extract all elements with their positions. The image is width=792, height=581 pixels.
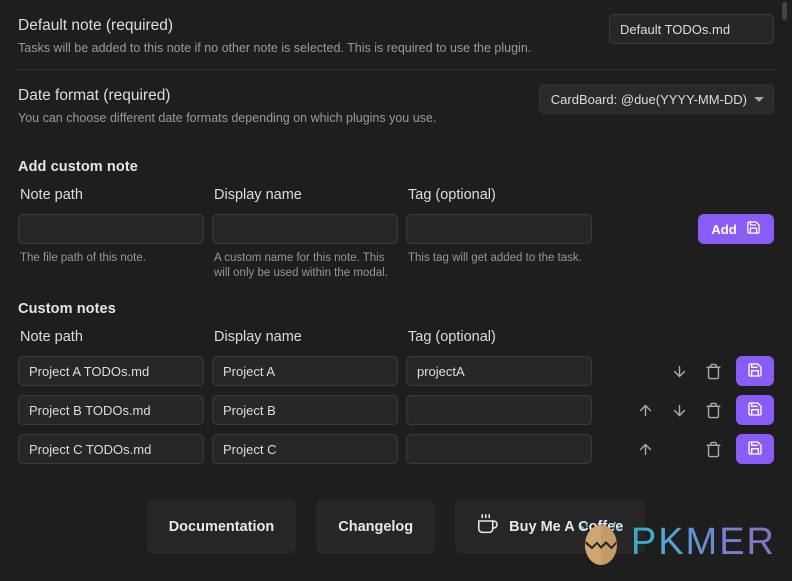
documentation-button[interactable]: Documentation [146,499,297,554]
move-down-button[interactable] [662,356,696,386]
column-header-note-path: Note path [20,329,83,345]
default-note-input[interactable] [609,14,774,44]
custom-notes-title: Custom notes [18,301,116,317]
setting-row-default-note: Default note (required) Tasks will be ad… [18,0,774,70]
trash-icon [705,363,722,380]
save-icon [747,401,763,420]
row-actions [600,434,774,464]
save-row-button[interactable] [736,395,774,425]
custom-tag-input[interactable] [406,356,592,386]
table-row [18,356,774,386]
column-header-tag: Tag (optional) [408,329,496,345]
save-icon [747,362,763,381]
setting-desc-date-format: You can choose different date formats de… [18,111,437,125]
arrow-down-icon [671,363,688,380]
row-actions [600,395,774,425]
move-up-button[interactable] [628,434,662,464]
column-header-note-path: Note path [20,187,83,203]
buy-me-a-coffee-label: Buy Me A Coffee [509,518,624,535]
buy-me-a-coffee-button[interactable]: Buy Me A Coffee [455,499,646,554]
save-row-button[interactable] [736,356,774,386]
add-note-path-input[interactable] [18,214,204,244]
row-actions [600,356,774,386]
add-tag-input[interactable] [406,214,592,244]
table-row [18,395,774,425]
custom-tag-input[interactable] [406,434,592,464]
custom-notes-section: Custom notes Note path Display name Tag … [18,301,774,464]
delete-row-button[interactable] [696,434,730,464]
add-display-name-cell: A custom name for this note. This will o… [212,205,402,281]
move-up-button[interactable] [628,395,662,425]
delete-row-button[interactable] [696,395,730,425]
add-button-cell: Add [600,205,774,244]
custom-note-path-input[interactable] [18,434,204,464]
date-format-select[interactable]: CardBoard: @due(YYYY-MM-DD) [538,84,774,114]
changelog-label: Changelog [338,518,414,535]
move-down-button[interactable] [662,395,696,425]
chevron-down-icon [754,97,764,102]
add-note-path-hint: The file path of this note. [20,252,146,264]
custom-note-path-input[interactable] [18,395,204,425]
add-button[interactable]: Add [698,214,774,244]
column-header-display-name: Display name [214,187,302,203]
setting-control-date-format: CardBoard: @due(YYYY-MM-DD) [538,84,774,114]
add-custom-note-section: Add custom note Note path Display name T… [18,159,774,281]
custom-display-name-input[interactable] [212,434,398,464]
setting-control-default-note [609,14,774,44]
setting-info: Default note (required) Tasks will be ad… [18,14,593,57]
footer-links: Documentation Changelog Buy Me A Coffee [0,499,792,554]
changelog-button[interactable]: Changelog [316,499,436,554]
add-custom-note-grid: Note path Display name Tag (optional) Th… [18,185,774,281]
arrow-up-icon [637,441,654,458]
arrow-up-icon [637,402,654,419]
documentation-label: Documentation [168,518,275,535]
setting-name-default-note: Default note (required) [18,17,174,34]
custom-notes-rows [18,356,774,464]
column-header-tag: Tag (optional) [408,187,496,203]
save-row-button[interactable] [736,434,774,464]
setting-row-date-format: Date format (required) You can choose di… [18,70,774,139]
date-format-select-value: CardBoard: @due(YYYY-MM-DD) [550,91,747,107]
settings-panel: Default note (required) Tasks will be ad… [0,0,792,581]
add-custom-note-title: Add custom note [18,159,138,175]
custom-display-name-input[interactable] [212,356,398,386]
custom-display-name-input[interactable] [212,395,398,425]
trash-icon [705,441,722,458]
arrow-down-icon [671,402,688,419]
save-icon [746,220,761,238]
custom-notes-header-grid: Note path Display name Tag (optional) [18,327,774,347]
add-button-label: Add [711,221,737,237]
column-header-display-name: Display name [214,329,302,345]
trash-icon [705,402,722,419]
delete-row-button[interactable] [696,356,730,386]
custom-note-path-input[interactable] [18,356,204,386]
add-tag-hint: This tag will get added to the task. [408,252,582,264]
setting-info: Date format (required) You can choose di… [18,84,523,127]
save-icon [747,440,763,459]
scrollbar-thumb[interactable] [782,2,787,20]
custom-tag-input[interactable] [406,395,592,425]
coffee-cup-icon [477,514,499,539]
add-display-name-input[interactable] [212,214,398,244]
add-display-name-hint: A custom name for this note. This will o… [214,252,388,279]
setting-desc-default-note: Tasks will be added to this note if no o… [18,41,532,55]
add-tag-cell: This tag will get added to the task. [406,205,596,266]
setting-name-date-format: Date format (required) [18,87,171,104]
table-row [18,434,774,464]
add-note-path-cell: The file path of this note. [18,205,208,266]
